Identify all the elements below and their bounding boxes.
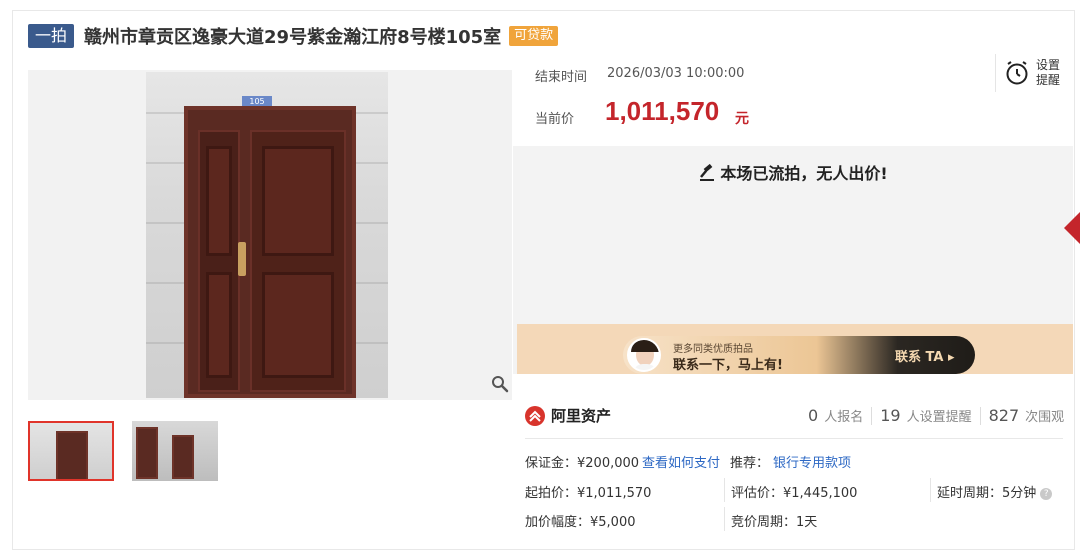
- bank-account-link[interactable]: 银行专用款项: [773, 452, 851, 471]
- divider: [525, 438, 1063, 439]
- promo-line-1: 更多同类优质拍品: [673, 344, 753, 355]
- zoom-icon[interactable]: [488, 372, 512, 396]
- promo-banner: 更多同类优质拍品 联系一下，马上有! 联系 TA ▸: [517, 324, 1073, 374]
- loan-badge: 可贷款: [509, 26, 559, 46]
- page-title: 赣州市章贡区逸豪大道29号紫金瀚江府8号楼105室: [84, 27, 502, 48]
- thumbnail-2[interactable]: [132, 421, 218, 481]
- brand-name: 阿里资产: [551, 407, 612, 425]
- contact-promo-button[interactable]: 更多同类优质拍品 联系一下，马上有! 联系 TA ▸: [623, 336, 975, 374]
- help-icon[interactable]: ?: [1040, 487, 1053, 500]
- agent-avatar: [627, 338, 661, 372]
- contact-ta-label: 联系 TA ▸: [895, 350, 955, 365]
- ali-asset-logo-icon: [525, 405, 545, 426]
- promo-line-2: 联系一下，马上有!: [673, 358, 783, 373]
- end-time-label: 结束时间: [535, 70, 588, 85]
- bid-cycle: 竞价周期：1天: [731, 515, 818, 530]
- signup-count: 0: [808, 406, 819, 425]
- reminder-count: 19: [880, 406, 901, 425]
- title-row: 一拍 赣州市章贡区逸豪大道29号紫金瀚江府8号楼105室 可贷款: [28, 24, 559, 48]
- reminder-label: 设置提醒: [1036, 58, 1061, 87]
- auction-status: 本场已流拍，无人出价!: [513, 160, 1073, 184]
- set-reminder-button[interactable]: 设置提醒: [995, 54, 1065, 92]
- reminder-count-label: 人设置提醒: [906, 410, 972, 425]
- auction-info: 结束时间 2026/03/03 10:00:00 当前价 1,011,570 元…: [513, 52, 1073, 148]
- door-image: [184, 106, 356, 398]
- brand: 阿里资产: [525, 405, 611, 426]
- status-area: 本场已流拍，无人出价! 更多同类优质拍品 联系一下，马上有! 联系 TA ▸: [513, 146, 1073, 374]
- extension-period: 延时周期：5分钟?: [937, 482, 1053, 501]
- current-price-label: 当前价: [535, 112, 575, 127]
- round-tag: 一拍: [28, 24, 75, 48]
- start-price: 起拍价：¥1,011,570: [525, 486, 652, 501]
- signup-label: 人报名: [824, 410, 864, 425]
- view-count-label: 次围观: [1025, 410, 1065, 425]
- end-time-value: 2026/03/03 10:00:00: [607, 66, 745, 81]
- current-price-value: 1,011,570: [605, 96, 720, 126]
- bid-increment: 加价幅度：¥5,000: [525, 515, 636, 530]
- extension-period-text: 延时周期：5分钟: [937, 486, 1037, 501]
- main-photo[interactable]: 105: [28, 70, 512, 400]
- recommend-label: 推荐：: [730, 456, 770, 471]
- stats-bar: 0 人报名 19 人设置提醒 827 次围观: [808, 406, 1064, 425]
- gavel-icon: [700, 163, 715, 181]
- auction-status-text: 本场已流拍，无人出价!: [720, 164, 888, 183]
- how-to-pay-link[interactable]: 查看如何支付: [642, 452, 720, 471]
- deposit-text: 保证金：¥200,000: [525, 456, 640, 471]
- thumbnail-1[interactable]: [28, 421, 114, 481]
- alarm-clock-icon: [1006, 61, 1028, 85]
- side-tab-arrow[interactable]: [1064, 212, 1080, 244]
- view-count: 827: [988, 406, 1020, 425]
- price-unit: 元: [735, 111, 749, 127]
- appraisal-price: 评估价：¥1,445,100: [731, 486, 858, 501]
